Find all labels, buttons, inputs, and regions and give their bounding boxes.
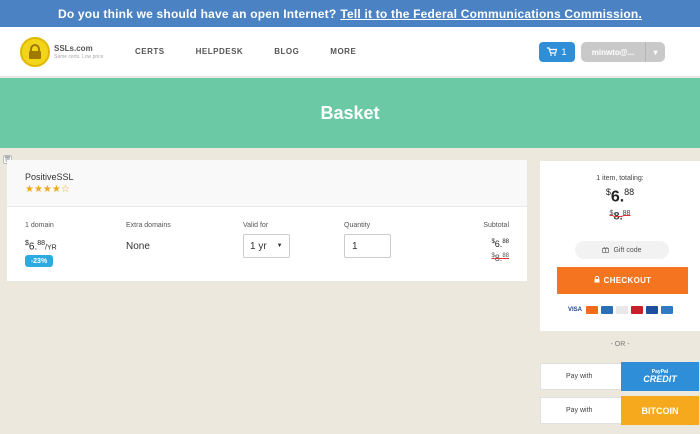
validity-value: 1 yr	[250, 240, 267, 252]
payment-card-icons: VISA	[567, 306, 673, 314]
mastercard-icon	[586, 306, 598, 314]
summary-label: 1 item, totaling:	[596, 175, 644, 182]
bitcoin-logo: BITCOIN	[621, 396, 699, 425]
chevron-down-icon: ▼	[276, 243, 283, 249]
visa-icon: VISA	[567, 306, 583, 314]
quantity-value: 1	[352, 240, 358, 252]
user-menu-button[interactable]: minwto@... ▾	[581, 42, 665, 62]
order-summary: 1 item, totaling: $6.88 $8.88 Gift code …	[540, 161, 700, 331]
col-domains: 1 domain	[25, 222, 54, 229]
banner-fcc-link[interactable]: Tell it to the Federal Communications Co…	[340, 7, 642, 21]
quantity-input[interactable]: 1	[344, 234, 391, 258]
discover-icon	[616, 306, 628, 314]
nav-blog[interactable]: BLOG	[274, 47, 299, 56]
subtotal-old-price: $8.88	[491, 253, 509, 263]
cart-count: 1	[561, 47, 567, 57]
checkout-button[interactable]: CHECKOUT	[557, 267, 688, 294]
pay-with-label: Pay with	[566, 373, 593, 380]
or-divider: - OR -	[610, 341, 630, 348]
banner-text: Do you think we should have an open Inte…	[58, 6, 337, 21]
lock-logo-icon	[20, 37, 50, 67]
basket-item-card: PositiveSSL ★★★★☆ 1 domain Extra domains…	[7, 160, 527, 281]
page-title: Basket	[320, 102, 380, 123]
main-nav: CERTS HELPDESK BLOG MORE	[135, 47, 387, 56]
logo-name: SSLs.com	[54, 43, 93, 53]
nav-helpdesk[interactable]: HELPDESK	[196, 47, 244, 56]
nav-certs[interactable]: CERTS	[135, 47, 165, 56]
logo-tagline: Same certs. Low price	[54, 53, 104, 60]
extra-domains-value: None	[126, 241, 150, 252]
bitcoin-button[interactable]: Pay with BITCOIN	[540, 396, 700, 425]
product-name: PositiveSSL	[25, 172, 74, 182]
col-quantity: Quantity	[344, 222, 371, 229]
credit-label: CREDIT	[643, 373, 677, 384]
jcb-icon	[646, 306, 658, 314]
summary-old-total: $8.88	[609, 210, 631, 223]
page-hero: Basket	[0, 78, 700, 148]
summary-total: $6.88	[605, 187, 635, 206]
validity-select[interactable]: 1 yr ▼	[243, 234, 290, 258]
cart-icon	[547, 46, 558, 58]
pay-with-label: Pay with	[566, 407, 593, 414]
site-logo[interactable]: SSLs.com Same certs. Low price	[20, 37, 103, 67]
gift-icon	[602, 246, 610, 255]
star-rating: ★★★★☆	[25, 184, 70, 195]
announcement-banner: Do you think we should have an open Inte…	[0, 0, 700, 27]
amex-icon	[601, 306, 613, 314]
discount-badge: -23%	[25, 255, 53, 267]
lock-icon	[594, 275, 600, 285]
chevron-down-icon[interactable]: ▾	[645, 42, 665, 62]
paypal-small-icon	[661, 306, 673, 314]
col-valid-for: Valid for	[243, 222, 269, 229]
diners-icon	[631, 306, 643, 314]
paypal-credit-button[interactable]: Pay with PayPal CREDIT	[540, 362, 700, 391]
gift-code-button[interactable]: Gift code	[575, 241, 669, 259]
gift-code-label: Gift code	[613, 246, 642, 254]
cart-button[interactable]: 1	[539, 42, 575, 62]
checkout-label: CHECKOUT	[603, 276, 652, 285]
unit-price: $6.88/YR	[25, 240, 57, 253]
col-extra-domains: Extra domains	[126, 222, 171, 229]
subtotal-price: $6.88	[491, 239, 509, 249]
user-email: minwto@...	[591, 47, 635, 57]
paypal-credit-logo: PayPal CREDIT	[621, 362, 699, 391]
col-subtotal: Subtotal	[483, 222, 509, 229]
nav-more[interactable]: MORE	[330, 47, 356, 56]
